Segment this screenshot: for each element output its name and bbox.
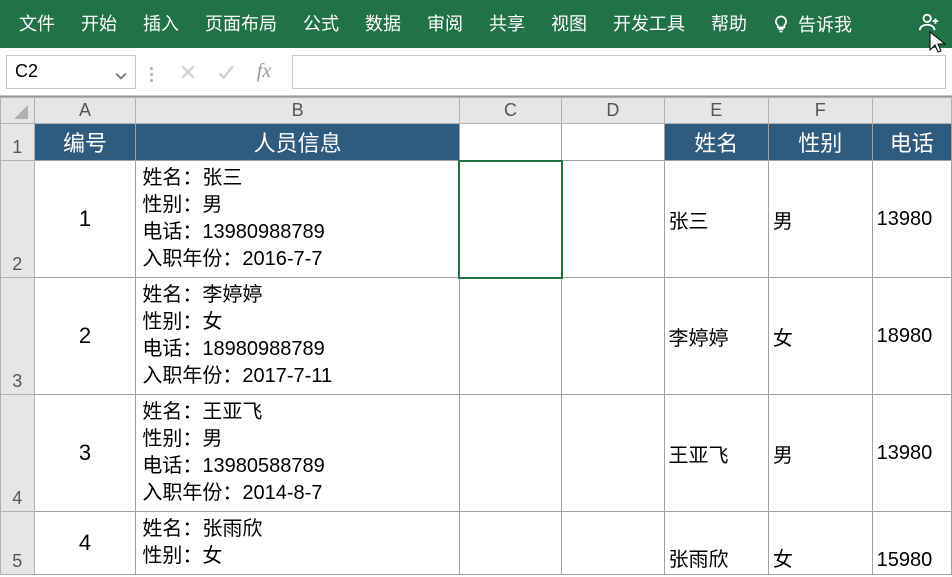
- cell[interactable]: [562, 278, 664, 395]
- cell[interactable]: [459, 278, 561, 395]
- cell[interactable]: 李婷婷: [664, 278, 768, 395]
- cell[interactable]: [562, 512, 664, 575]
- cell[interactable]: 张三: [664, 161, 768, 278]
- ribbon: 文件 开始 插入 页面布局 公式 数据 审阅 共享 视图 开发工具 帮助 告诉我: [0, 0, 952, 48]
- cell[interactable]: 18980: [872, 278, 951, 395]
- ribbon-tab-review[interactable]: 审阅: [414, 0, 476, 48]
- name-box[interactable]: C2: [6, 55, 136, 89]
- cancel-button[interactable]: [170, 55, 206, 89]
- cell[interactable]: 人员信息: [136, 124, 459, 161]
- tell-me-button[interactable]: 告诉我: [760, 11, 862, 37]
- cell[interactable]: 姓名：张雨欣性别：女: [136, 512, 459, 575]
- name-box-value: C2: [15, 61, 38, 82]
- cell[interactable]: 女: [768, 278, 872, 395]
- divider-dots-icon: [142, 61, 160, 82]
- col-header-B[interactable]: B: [136, 98, 459, 124]
- cell[interactable]: 2: [34, 278, 136, 395]
- table-row: 3 2 姓名：李婷婷性别：女电话：18980988789入职年份：2017-7-…: [1, 278, 952, 395]
- cell[interactable]: 3: [34, 395, 136, 512]
- cell[interactable]: 男: [768, 395, 872, 512]
- cell[interactable]: 张雨欣: [664, 512, 768, 575]
- ribbon-tab-share[interactable]: 共享: [476, 0, 538, 48]
- table-row: 2 1 姓名：张三性别：男电话：13980988789入职年份：2016-7-7…: [1, 161, 952, 278]
- cell[interactable]: [459, 395, 561, 512]
- cell[interactable]: 姓名：张三性别：男电话：13980988789入职年份：2016-7-7: [136, 161, 459, 278]
- row-header[interactable]: 3: [1, 278, 35, 395]
- formula-buttons: fx: [166, 55, 286, 89]
- chevron-down-icon: [115, 66, 127, 78]
- enter-button[interactable]: [208, 55, 244, 89]
- table-row: 1 编号 人员信息 姓名 性别 电话: [1, 124, 952, 161]
- ribbon-tab-insert[interactable]: 插入: [130, 0, 192, 48]
- cell[interactable]: 姓名：王亚飞性别：男电话：13980588789入职年份：2014-8-7: [136, 395, 459, 512]
- formula-input[interactable]: [292, 55, 946, 89]
- cell[interactable]: 姓名: [664, 124, 768, 161]
- cell[interactable]: [459, 512, 561, 575]
- row-header[interactable]: 2: [1, 161, 35, 278]
- ribbon-tab-formulas[interactable]: 公式: [290, 0, 352, 48]
- insert-function-button[interactable]: fx: [246, 55, 282, 89]
- col-header-D[interactable]: D: [562, 98, 664, 124]
- cell[interactable]: [562, 161, 664, 278]
- ribbon-tab-home[interactable]: 开始: [68, 0, 130, 48]
- cell[interactable]: 13980: [872, 395, 951, 512]
- ribbon-tab-developer[interactable]: 开发工具: [600, 0, 698, 48]
- col-header-C[interactable]: C: [459, 98, 561, 124]
- grid-table: A B C D E F 1 编号 人员信息 姓名 性别 电话 2 1 姓名：张三…: [0, 97, 952, 575]
- cell[interactable]: 编号: [34, 124, 136, 161]
- ribbon-tab-data[interactable]: 数据: [352, 0, 414, 48]
- share-account-icon[interactable]: [912, 11, 946, 38]
- cell[interactable]: 13980: [872, 161, 951, 278]
- cell[interactable]: 姓名：李婷婷性别：女电话：18980988789入职年份：2017-7-11: [136, 278, 459, 395]
- table-row: 5 4 姓名：张雨欣性别：女 张雨欣 女 15980: [1, 512, 952, 575]
- formula-bar: C2 fx: [0, 48, 952, 96]
- cell[interactable]: [459, 124, 561, 161]
- col-header-G[interactable]: [872, 98, 951, 124]
- select-all-corner[interactable]: [1, 98, 35, 124]
- row-header[interactable]: 4: [1, 395, 35, 512]
- row-header-1[interactable]: 1: [1, 124, 35, 161]
- ribbon-tab-pagelayout[interactable]: 页面布局: [192, 0, 290, 48]
- table-row: 4 3 姓名：王亚飞性别：男电话：13980588789入职年份：2014-8-…: [1, 395, 952, 512]
- ribbon-tab-view[interactable]: 视图: [538, 0, 600, 48]
- cell[interactable]: 1: [34, 161, 136, 278]
- row-header[interactable]: 5: [1, 512, 35, 575]
- cell[interactable]: 性别: [768, 124, 872, 161]
- cell[interactable]: 男: [768, 161, 872, 278]
- cell[interactable]: 4: [34, 512, 136, 575]
- cell[interactable]: [562, 124, 664, 161]
- ribbon-tab-help[interactable]: 帮助: [698, 0, 760, 48]
- tell-me-label: 告诉我: [798, 11, 852, 37]
- column-header-row: A B C D E F: [1, 98, 952, 124]
- active-cell[interactable]: [459, 161, 561, 278]
- lightbulb-icon: [770, 13, 792, 35]
- cell[interactable]: 电话: [872, 124, 951, 161]
- col-header-F[interactable]: F: [768, 98, 872, 124]
- cell[interactable]: 王亚飞: [664, 395, 768, 512]
- col-header-A[interactable]: A: [34, 98, 136, 124]
- cell[interactable]: [562, 395, 664, 512]
- worksheet-area[interactable]: A B C D E F 1 编号 人员信息 姓名 性别 电话 2 1 姓名：张三…: [0, 96, 952, 577]
- col-header-E[interactable]: E: [664, 98, 768, 124]
- ribbon-tab-file[interactable]: 文件: [6, 0, 68, 48]
- cell[interactable]: 15980: [872, 512, 951, 575]
- cell[interactable]: 女: [768, 512, 872, 575]
